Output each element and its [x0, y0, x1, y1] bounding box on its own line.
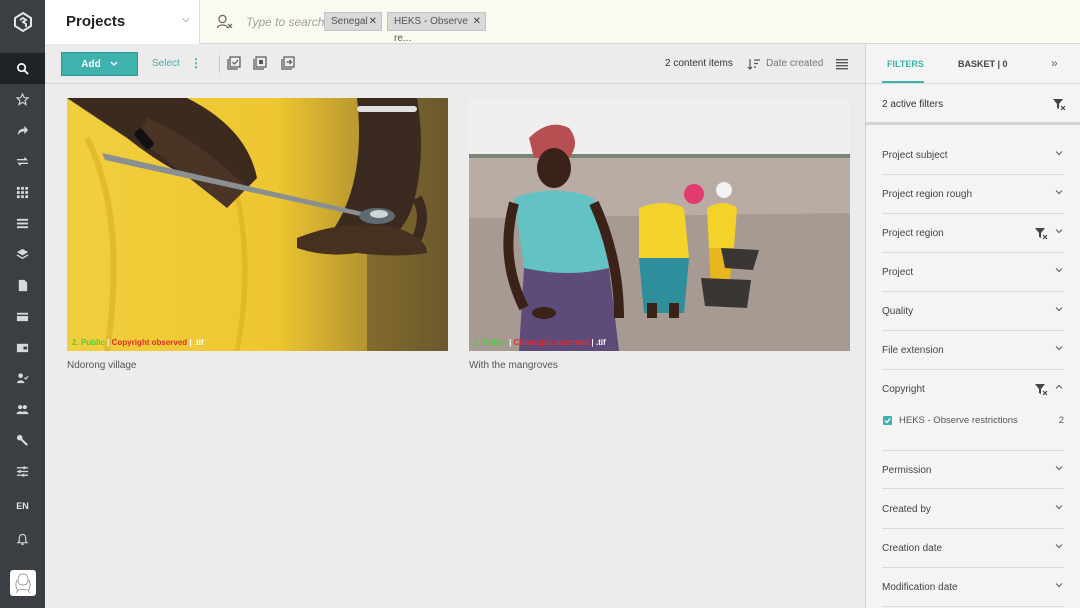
language-switcher[interactable]: EN: [0, 496, 45, 516]
copy-items-icon[interactable]: [253, 56, 267, 70]
chevron-down-icon: [1055, 544, 1063, 549]
filter-option-count: 2: [1058, 415, 1064, 426]
sort-field-label[interactable]: Date created: [766, 58, 823, 69]
rail-wrench-icon[interactable]: [0, 425, 45, 456]
filter-chip-copyright[interactable]: HEKS - Observe re... ✕: [387, 12, 486, 44]
chip-label: Senegal: [331, 16, 368, 27]
chevron-down-icon: [1055, 583, 1063, 588]
chevron-down-icon: [1055, 466, 1063, 471]
filter-modification-date[interactable]: Modification date: [882, 568, 1064, 607]
filter-option-heks[interactable]: HEKS - Observe restrictions 2: [882, 414, 1064, 430]
rail-sliders-icon[interactable]: [0, 456, 45, 487]
asset-status-overlay: 2. Public | Copyright observed | .tif: [72, 338, 204, 347]
sort-icon[interactable]: [747, 57, 761, 71]
rail-user-check-icon[interactable]: [0, 363, 45, 394]
thumbnail-image: [67, 98, 448, 351]
select-button[interactable]: Select: [152, 58, 180, 69]
search-input[interactable]: Type to search: [246, 15, 324, 29]
clear-search-icon[interactable]: [216, 13, 234, 31]
chevron-down-icon: [1055, 307, 1063, 312]
chevron-down-icon: ⌵: [182, 14, 190, 25]
active-filters-count: 2 active filters: [882, 99, 944, 110]
filter-quality[interactable]: Quality: [882, 292, 1064, 331]
thumbnail-image: [469, 98, 850, 351]
filter-file-extension[interactable]: File extension: [882, 331, 1064, 370]
collapse-panel-icon[interactable]: »: [1051, 56, 1058, 70]
add-button[interactable]: Add: [61, 52, 138, 76]
app-logo[interactable]: [0, 0, 45, 44]
filter-project[interactable]: Project: [882, 253, 1064, 292]
asset-status-overlay: 2. Public | Copyright observed | .tif: [474, 338, 606, 347]
user-avatar[interactable]: [10, 570, 36, 596]
chevron-up-icon: [1055, 384, 1063, 389]
rail-layers-icon[interactable]: [0, 239, 45, 270]
rail-id-card-icon[interactable]: [0, 301, 45, 332]
content-grid: 2. Public | Copyright observed | .tif Nd…: [45, 84, 865, 608]
card-caption: With the mangroves: [469, 360, 558, 371]
channel-picker[interactable]: Projects ⌵: [45, 0, 200, 44]
rail-star-icon[interactable]: [0, 84, 45, 115]
rail-transfer-icon[interactable]: [0, 146, 45, 177]
filter-panel: FILTERS BASKET | 0 » 2 active filters Pr…: [865, 44, 1080, 608]
active-tab-indicator: [882, 81, 924, 83]
rail-document-icon[interactable]: [0, 270, 45, 301]
rail-share-icon[interactable]: [0, 115, 45, 146]
tab-basket[interactable]: BASKET | 0: [958, 59, 1008, 69]
filter-option-label: HEKS - Observe restrictions: [899, 415, 1018, 426]
card-caption: Ndorong village: [67, 360, 137, 371]
rail-grid-icon[interactable]: [0, 177, 45, 208]
select-all-icon[interactable]: [227, 56, 241, 70]
chip-close-icon[interactable]: ✕: [369, 13, 377, 30]
filter-project-subject[interactable]: Project subject: [882, 136, 1064, 175]
more-options-icon[interactable]: ⋮: [190, 56, 202, 70]
checkbox-checked[interactable]: [883, 416, 892, 425]
clear-all-filters-icon[interactable]: [1052, 97, 1066, 111]
clear-filter-icon[interactable]: [1034, 226, 1048, 240]
card-thumbnail[interactable]: 2. Public | Copyright observed | .tif: [469, 98, 850, 351]
move-items-icon[interactable]: [281, 56, 295, 70]
card-thumbnail[interactable]: 2. Public | Copyright observed | .tif: [67, 98, 448, 351]
tab-filters[interactable]: FILTERS: [887, 59, 924, 69]
chevron-down-icon: [1055, 346, 1063, 351]
chevron-down-icon: [1055, 151, 1063, 156]
filter-copyright[interactable]: Copyright: [882, 370, 1064, 409]
chip-close-icon[interactable]: ✕: [473, 13, 481, 30]
chevron-down-icon: [1055, 190, 1063, 195]
rail-wallet-icon[interactable]: [0, 332, 45, 363]
filter-permission[interactable]: Permission: [882, 450, 1064, 489]
content-card[interactable]: 2. Public | Copyright observed | .tif Nd…: [67, 98, 448, 371]
chevron-down-icon: [1055, 268, 1063, 273]
logo-icon: [13, 12, 32, 32]
content-toolbar: Add Select ⋮ 2 content items Date create…: [45, 44, 865, 84]
active-filters-row: 2 active filters: [866, 85, 1080, 125]
rail-search-icon[interactable]: [0, 53, 45, 84]
filter-project-region[interactable]: Project region: [882, 214, 1064, 253]
content-count: 2 content items: [665, 58, 733, 69]
chevron-down-icon: [110, 61, 118, 66]
top-bar: Projects ⌵ Type to search Senegal ✕ HEKS…: [45, 0, 1080, 44]
filter-project-region-rough[interactable]: Project region rough: [882, 175, 1064, 214]
filter-created-by[interactable]: Created by: [882, 490, 1064, 529]
view-mode-icon[interactable]: [835, 57, 849, 71]
filter-chip-senegal[interactable]: Senegal ✕: [324, 12, 382, 31]
filter-creation-date[interactable]: Creation date: [882, 529, 1064, 568]
channel-title: Projects: [66, 13, 126, 30]
toolbar-divider: [219, 55, 220, 73]
chip-label: HEKS - Observe re...: [394, 16, 468, 44]
avatar-portrait-icon: [15, 573, 31, 594]
add-button-label: Add: [81, 58, 101, 70]
content-card[interactable]: 2. Public | Copyright observed | .tif Wi…: [469, 98, 850, 371]
clear-filter-icon[interactable]: [1034, 382, 1048, 396]
chevron-down-icon: [1055, 229, 1063, 234]
notification-bell-icon[interactable]: [0, 524, 45, 555]
chevron-down-icon: [1055, 505, 1063, 510]
left-nav-rail: EN: [0, 0, 45, 608]
rail-list-icon[interactable]: [0, 208, 45, 239]
panel-tabs: FILTERS BASKET | 0 »: [866, 44, 1080, 84]
rail-users-icon[interactable]: [0, 394, 45, 425]
